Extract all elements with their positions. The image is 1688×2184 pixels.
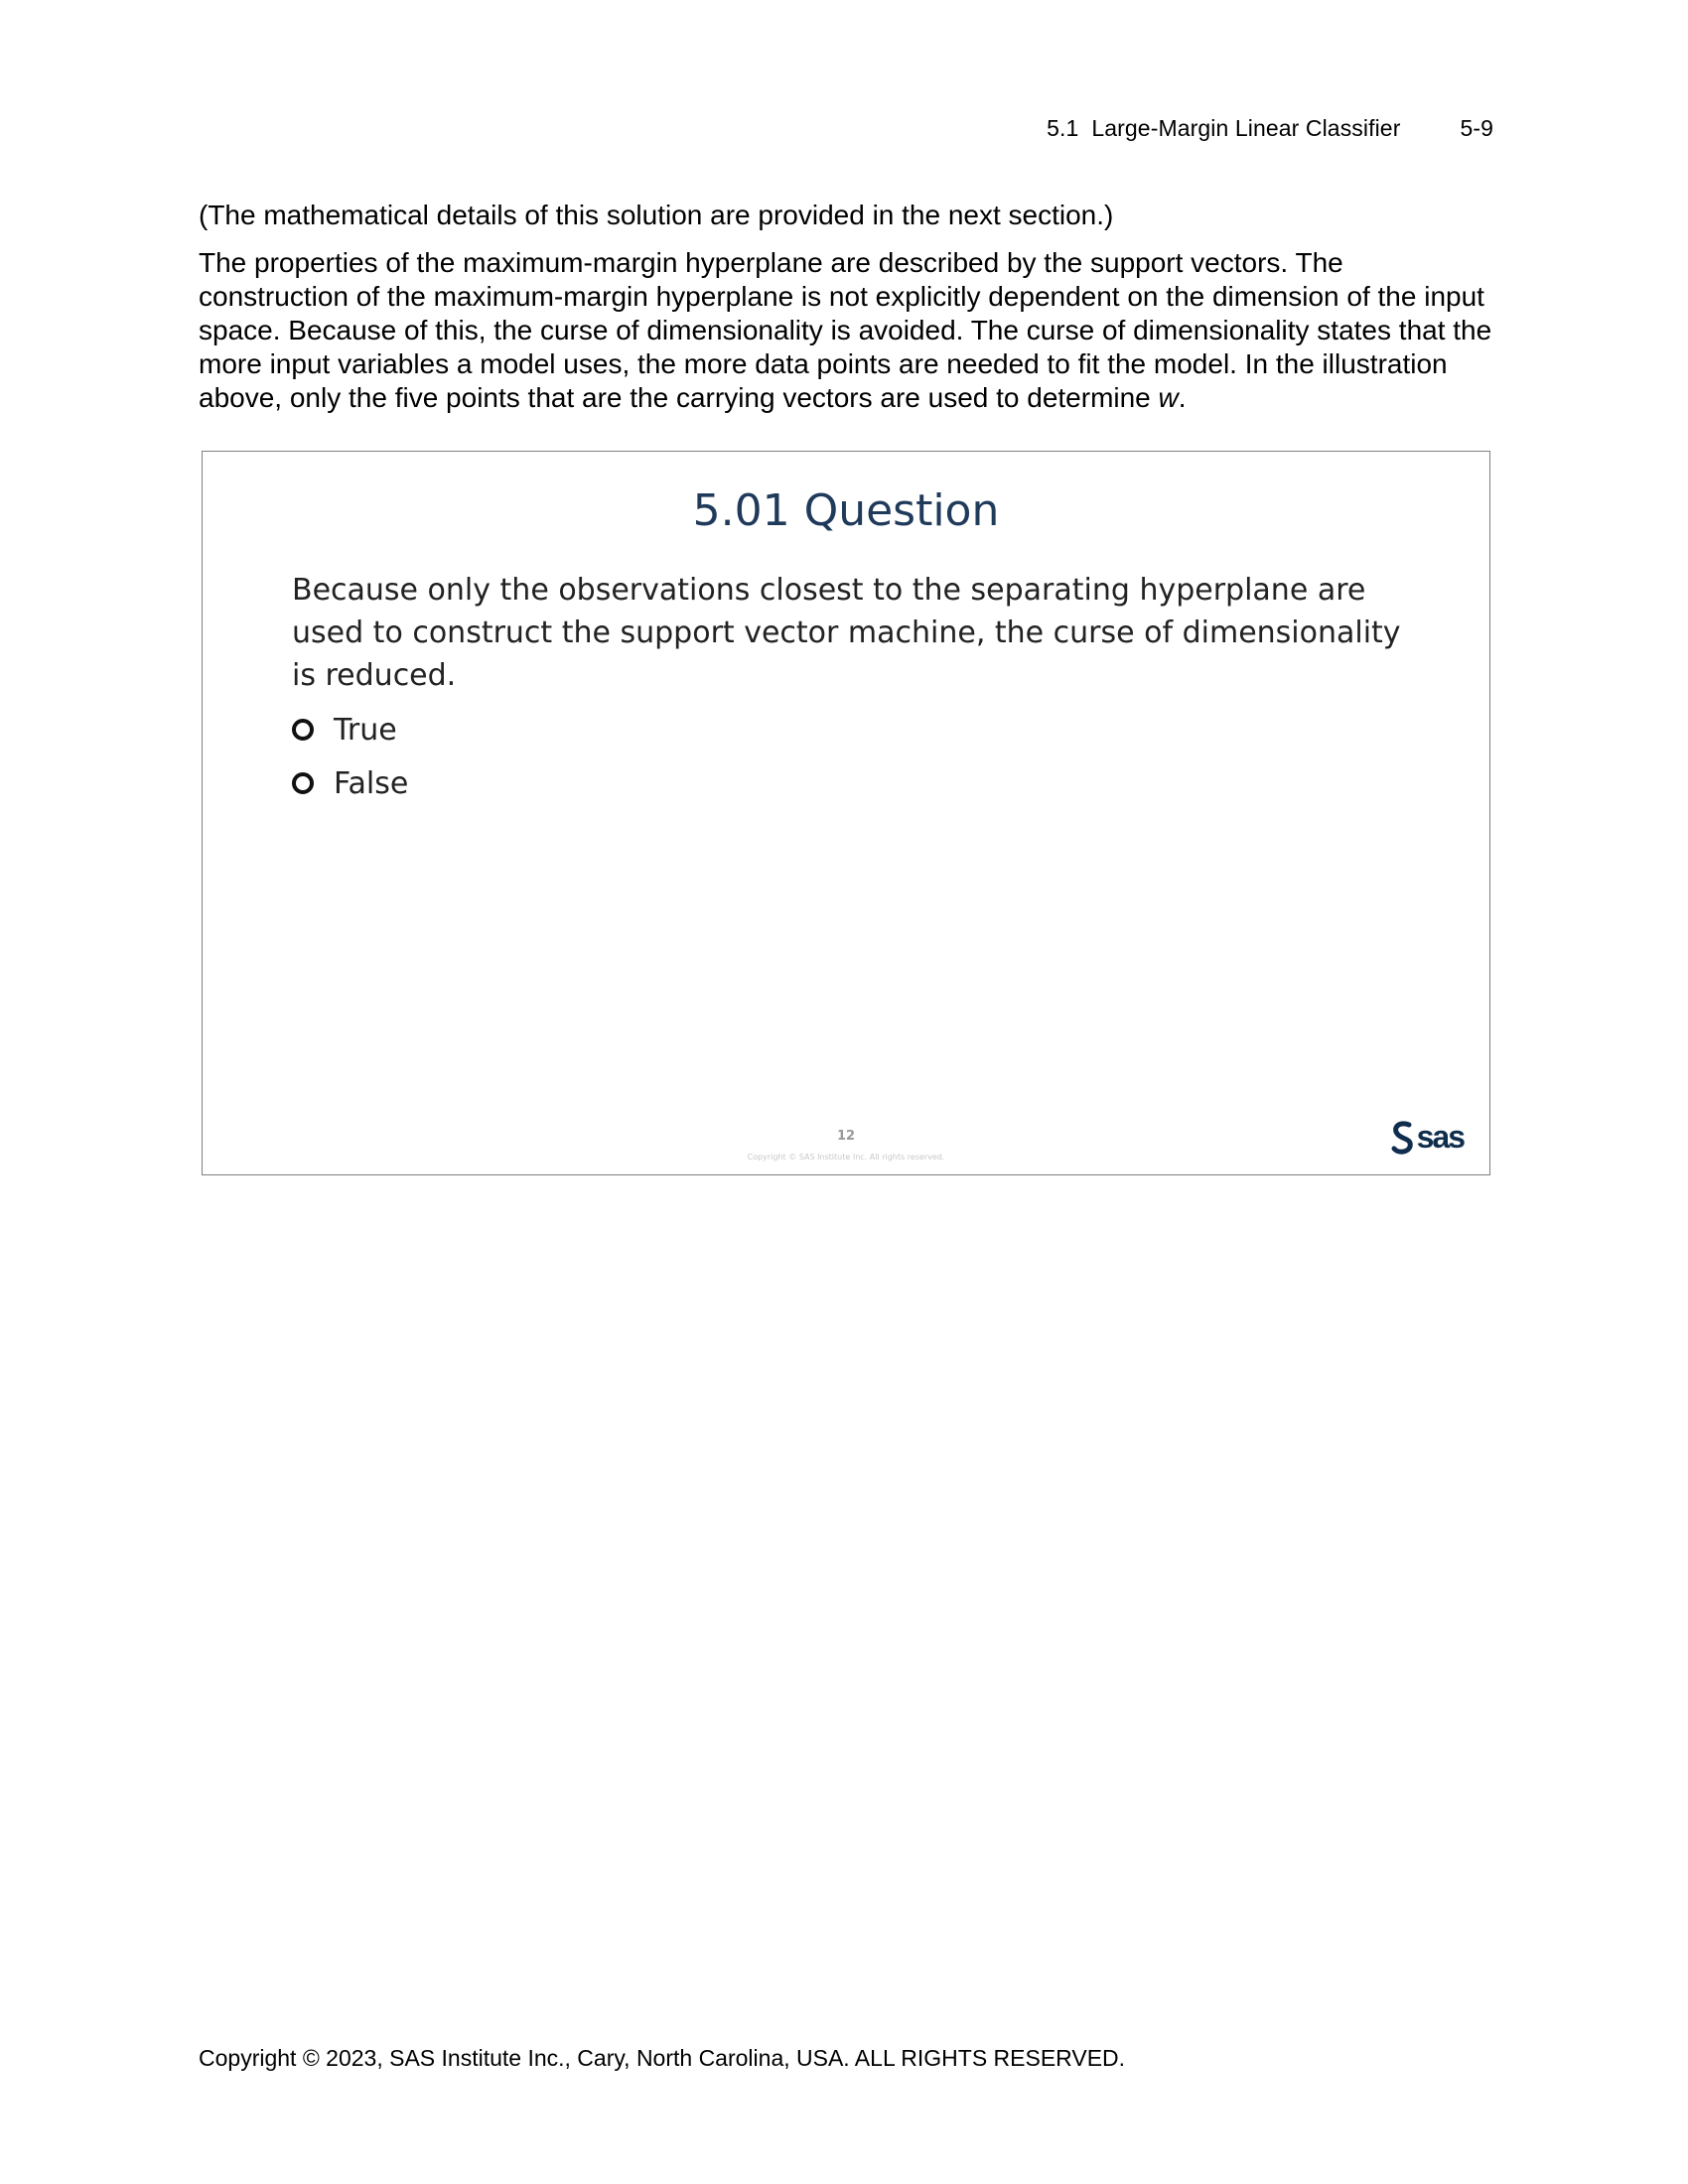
sas-logo: sas (1390, 1119, 1466, 1156)
sas-swirl-icon (1391, 1121, 1413, 1155)
radio-icon (292, 719, 314, 741)
paragraph-2-text: The properties of the maximum-margin hyp… (199, 247, 1492, 413)
option-label: False (334, 765, 409, 801)
option-label: True (334, 712, 397, 748)
answer-options: True False (292, 703, 408, 810)
paragraph-2: The properties of the maximum-margin hyp… (199, 246, 1499, 415)
slide-copyright: Copyright © SAS Institute Inc. All right… (747, 1153, 945, 1161)
variable-w: w (1158, 382, 1179, 413)
logo-text: sas (1416, 1119, 1466, 1155)
section-title: 5.1 Large-Margin Linear Classifier (1047, 115, 1401, 141)
page-footer: Copyright © 2023, SAS Institute Inc., Ca… (199, 2045, 1126, 2071)
radio-icon (292, 772, 314, 794)
option-false[interactable]: False (292, 756, 408, 810)
page-number: 5-9 (1460, 115, 1493, 141)
body-text: (The mathematical details of this soluti… (199, 199, 1499, 429)
slide-title: 5.01 Question (692, 485, 1000, 536)
slide-number: 12 (836, 1129, 856, 1144)
option-true[interactable]: True (292, 703, 408, 756)
running-header: 5.1 Large-Margin Linear Classifier 5-9 (1047, 115, 1493, 142)
question-text: Because only the observations closest to… (292, 573, 1401, 693)
slide-frame: 5.01 Question Because only the observati… (202, 451, 1490, 1175)
paragraph-1: (The mathematical details of this soluti… (199, 200, 1114, 230)
paragraph-2-end: . (1178, 382, 1187, 413)
